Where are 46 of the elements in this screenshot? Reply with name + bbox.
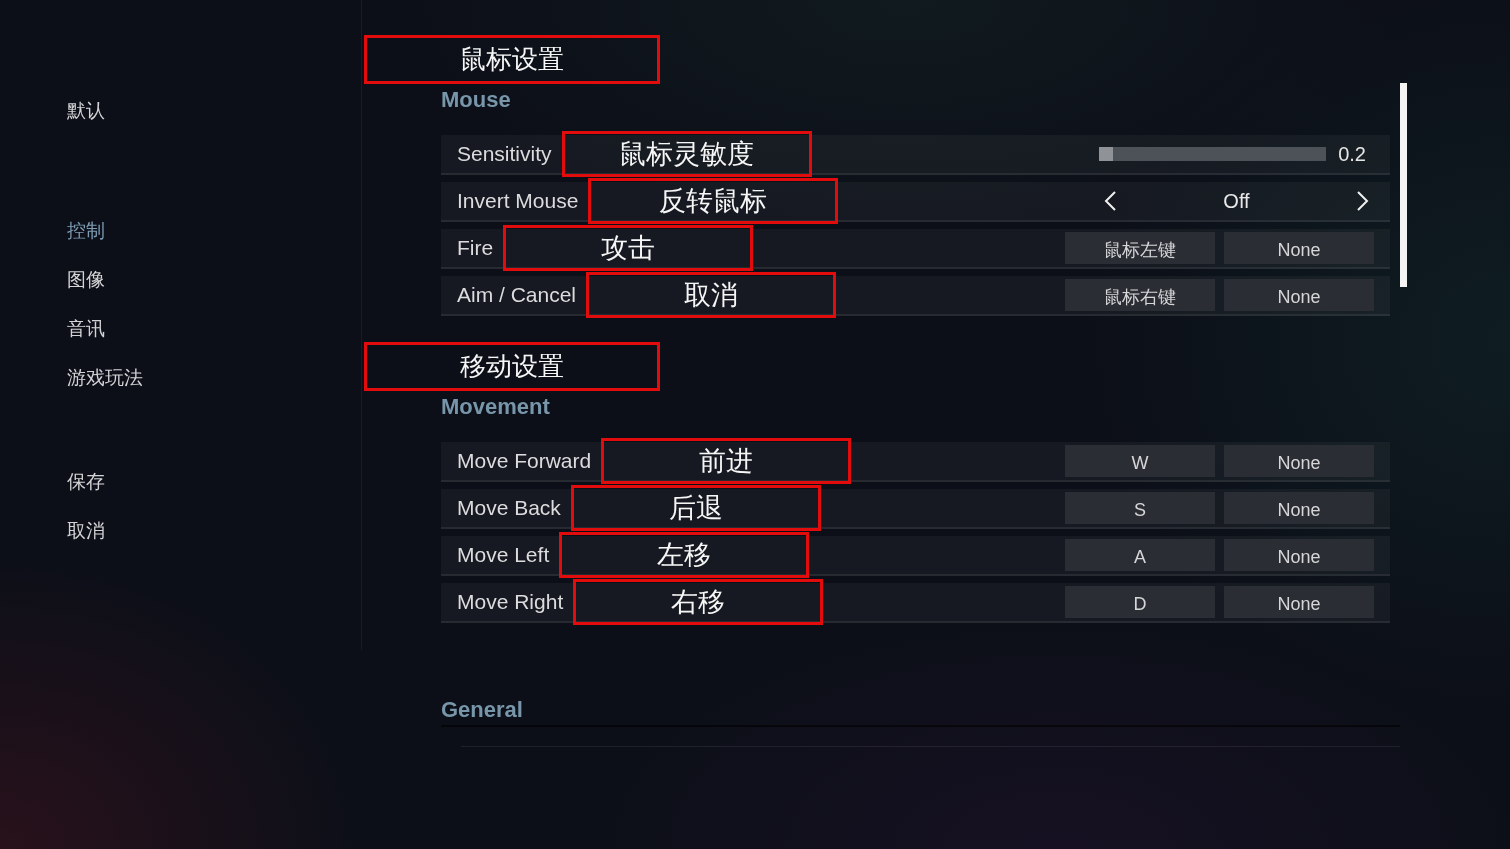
- sidebar-item[interactable]: 游戏玩法: [67, 353, 143, 402]
- setting-label: Sensitivity: [457, 142, 552, 166]
- annotation-callout: 攻击: [503, 225, 754, 271]
- section-heading: General: [441, 697, 523, 723]
- annotation-callout: 左移: [559, 532, 810, 578]
- setting-label: Aim / Cancel: [457, 283, 577, 307]
- sidebar-item[interactable]: 图像: [67, 255, 105, 304]
- chevron-right-icon[interactable]: [1357, 191, 1369, 211]
- annotation-callout: 后退: [570, 485, 821, 531]
- chevron-left-icon[interactable]: [1104, 191, 1116, 211]
- key-binding-button[interactable]: 鼠标左键: [1065, 232, 1215, 264]
- sidebar-item[interactable]: 默认: [67, 86, 105, 135]
- key-binding-button[interactable]: A: [1065, 539, 1215, 571]
- annotation-callout: 移动设置: [364, 342, 660, 391]
- section-heading: Movement: [441, 394, 550, 420]
- key-binding-button[interactable]: None: [1224, 492, 1374, 524]
- setting-label: Fire: [457, 236, 494, 260]
- sidebar-item[interactable]: 控制: [67, 206, 105, 255]
- setting-label: Move Forward: [457, 449, 592, 473]
- section-heading: Mouse: [441, 87, 511, 113]
- sidebar-item[interactable]: 音讯: [67, 304, 105, 353]
- sidebar-item[interactable]: 保存: [67, 457, 105, 506]
- key-binding-button[interactable]: None: [1224, 539, 1374, 571]
- option-value: Off: [1223, 189, 1250, 213]
- key-binding-button[interactable]: None: [1224, 232, 1374, 264]
- setting-label: Move Back: [457, 496, 561, 520]
- key-binding-button[interactable]: None: [1224, 279, 1374, 311]
- annotation-callout: 前进: [601, 438, 852, 484]
- annotation-callout: 鼠标设置: [364, 35, 660, 84]
- key-binding-button[interactable]: None: [1224, 586, 1374, 618]
- setting-label: Invert Mouse: [457, 189, 579, 213]
- key-binding-button[interactable]: S: [1065, 492, 1215, 524]
- setting-label: Move Left: [457, 543, 550, 567]
- setting-label: Move Right: [457, 590, 564, 614]
- slider-track[interactable]: [1099, 147, 1327, 161]
- scrollbar-thumb[interactable]: [1400, 83, 1407, 287]
- annotation-callout: 反转鼠标: [588, 178, 839, 224]
- key-binding-button[interactable]: 鼠标右键: [1065, 279, 1215, 311]
- annotation-callout: 取消: [586, 272, 837, 318]
- slider-value: 0.2: [1338, 142, 1366, 166]
- key-binding-button[interactable]: D: [1065, 586, 1215, 618]
- annotation-callout: 右移: [573, 579, 824, 625]
- annotation-callout: 鼠标灵敏度: [561, 131, 812, 177]
- sidebar-item[interactable]: 取消: [67, 506, 105, 555]
- key-binding-button[interactable]: None: [1224, 445, 1374, 477]
- key-binding-button[interactable]: W: [1065, 445, 1215, 477]
